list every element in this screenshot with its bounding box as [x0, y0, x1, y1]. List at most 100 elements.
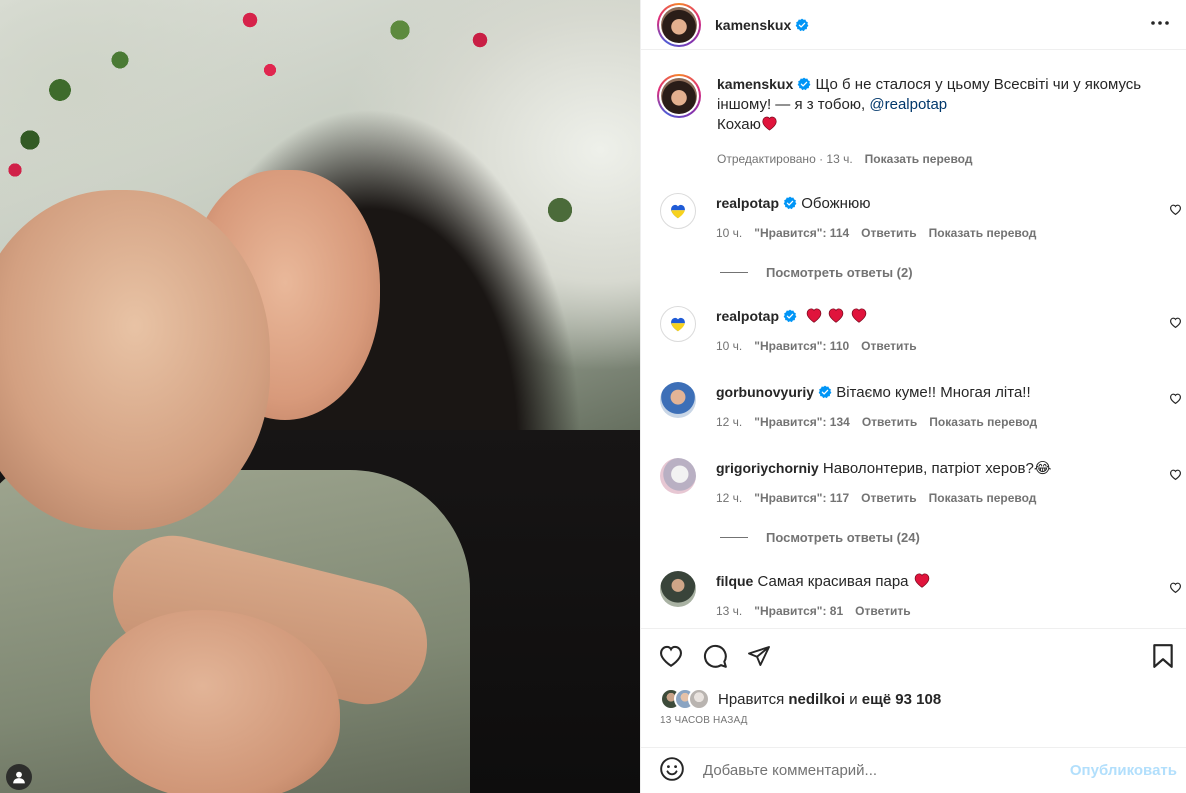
red-heart-emoji-icon: [806, 308, 822, 323]
likers-avatars[interactable]: [660, 688, 710, 710]
comment-button[interactable]: [702, 643, 728, 672]
share-button[interactable]: [746, 644, 772, 671]
comment-reply-button[interactable]: Ответить: [855, 601, 910, 621]
post-time-ago[interactable]: 13 ЧАСОВ НАЗАД: [641, 713, 1186, 737]
photo-head-man: [0, 190, 270, 530]
comment-time: 12 ч.: [716, 491, 743, 505]
view-replies-label: Посмотреть ответы (2): [766, 265, 913, 280]
more-horizontal-icon: [1151, 21, 1169, 25]
tagged-users-button[interactable]: [6, 764, 32, 790]
verified-badge-icon: [797, 77, 811, 91]
replies-line: [720, 537, 748, 538]
likes-prefix: Нравится: [718, 690, 785, 708]
comment-hearts: [805, 308, 867, 325]
post-side-panel: kamenskux kamenskux Що б не сталося у ць…: [640, 0, 1186, 793]
liker-avatar: [688, 688, 710, 710]
comment-text: Наволонтерив, патріот херов?😂: [822, 460, 1052, 477]
comment-item: realpotap 10 ч. "Нравится": 110 Ответить: [657, 306, 1186, 356]
comment-time: 10 ч.: [716, 339, 743, 353]
red-heart-emoji-icon: [914, 573, 929, 588]
heart-outline-icon: [1170, 582, 1181, 594]
comment-likes-count[interactable]: "Нравится": 81: [754, 601, 843, 621]
comment-like-button[interactable]: [1169, 316, 1182, 332]
user-icon: [13, 771, 25, 784]
comment-like-button[interactable]: [1169, 581, 1182, 597]
view-replies-label: Посмотреть ответы (24): [766, 530, 920, 545]
comment-translate-link[interactable]: Показать перевод: [929, 488, 1037, 508]
red-heart-emoji-icon: [851, 308, 866, 323]
comment-like-button[interactable]: [1169, 203, 1182, 219]
comment-item: grigoriychorniy Наволонтерив, патріот хе…: [657, 458, 1186, 508]
comment-likes-count[interactable]: "Нравится": 134: [754, 412, 850, 432]
commenter-avatar[interactable]: [660, 382, 696, 418]
comment-time: 10 ч.: [716, 226, 743, 240]
red-heart-emoji-icon: [829, 308, 844, 323]
commenter-avatar[interactable]: [660, 306, 696, 342]
view-replies-button[interactable]: Посмотреть ответы (2): [720, 265, 1186, 280]
heart-outline-icon: [1170, 393, 1181, 405]
comment-username[interactable]: gorbunovyuriy: [716, 384, 814, 400]
ukraine-heart-icon: [671, 317, 685, 332]
bookmark-icon: [1153, 643, 1173, 668]
post-actions: [641, 629, 1186, 685]
comment-likes-count[interactable]: "Нравится": 117: [754, 488, 849, 508]
view-replies-button[interactable]: Посмотреть ответы (24): [720, 530, 1186, 545]
replies-line: [720, 272, 748, 273]
caption-translate-link[interactable]: Показать перевод: [865, 149, 973, 169]
comment-username[interactable]: realpotap: [716, 195, 779, 211]
red-heart-emoji-icon: [762, 116, 777, 131]
publish-comment-button[interactable]: Опубликовать: [1070, 762, 1177, 779]
comment-item: realpotap Обожнюю 10 ч. "Нравится": 114 …: [657, 193, 1186, 243]
comment-translate-link[interactable]: Показать перевод: [929, 412, 1037, 432]
comments-list[interactable]: kamenskux Що б не сталося у цьому Всесві…: [641, 50, 1186, 628]
comment-username[interactable]: realpotap: [716, 308, 779, 324]
heart-outline-icon: [1170, 317, 1181, 329]
commenter-avatar[interactable]: [660, 193, 696, 229]
add-comment-bar: Опубликовать: [641, 747, 1186, 793]
author-avatar[interactable]: [657, 2, 701, 47]
ukraine-heart-icon: [671, 204, 685, 219]
likes-count[interactable]: ещё 93 108: [862, 691, 941, 708]
commenter-avatar[interactable]: [660, 571, 696, 607]
paper-plane-icon: [748, 645, 770, 666]
save-button[interactable]: [1152, 643, 1174, 672]
comment-bubble-icon: [704, 644, 727, 668]
caption-edited-time: Отредактировано · 13 ч.: [717, 152, 853, 166]
comment-text: Самая красивая пара: [757, 573, 909, 590]
comment-time: 12 ч.: [716, 415, 743, 429]
author-username[interactable]: kamenskux: [715, 17, 791, 33]
comment-text: Вітаємо куме!! Многая літа!!: [836, 384, 1031, 401]
comment-likes-count[interactable]: "Нравится": 114: [754, 223, 849, 243]
comment-like-button[interactable]: [1169, 392, 1182, 408]
comment-item: gorbunovyuriy Вітаємо куме!! Многая літа…: [657, 382, 1186, 432]
verified-badge-icon: [795, 18, 809, 31]
caption-text-line2: Кохаю: [717, 116, 761, 133]
comment-reply-button[interactable]: Ответить: [861, 223, 916, 243]
heart-outline-icon: [1170, 204, 1181, 216]
comment-username[interactable]: grigoriychorniy: [716, 460, 819, 476]
post-caption: kamenskux Що б не сталося у цьому Всесві…: [657, 50, 1186, 169]
comment-input[interactable]: [703, 762, 1070, 779]
likes-first-user[interactable]: nedilkoi: [788, 691, 845, 708]
comment-reply-button[interactable]: Ответить: [861, 336, 916, 356]
like-button[interactable]: [658, 644, 684, 671]
heart-outline-icon: [1170, 469, 1181, 481]
likes-conj: и: [849, 690, 858, 708]
comment-like-button[interactable]: [1169, 468, 1182, 484]
commenter-avatar[interactable]: [660, 458, 696, 494]
caption-author-avatar[interactable]: [657, 74, 701, 118]
comment-text: Обожнюю: [801, 195, 871, 212]
heart-icon: [660, 645, 682, 667]
post-photo[interactable]: [0, 0, 640, 793]
caption-username[interactable]: kamenskux: [717, 76, 793, 92]
comment-translate-link[interactable]: Показать перевод: [929, 223, 1037, 243]
comment-reply-button[interactable]: Ответить: [862, 412, 917, 432]
comment-item: filque Самая красивая пара 13 ч. "Нравит…: [657, 571, 1186, 621]
more-options-button[interactable]: [1148, 11, 1172, 38]
smiley-icon: [660, 757, 684, 781]
emoji-button[interactable]: [659, 756, 685, 785]
comment-reply-button[interactable]: Ответить: [861, 488, 916, 508]
caption-mention-link[interactable]: @realpotap: [869, 96, 947, 113]
comment-likes-count[interactable]: "Нравится": 110: [754, 336, 849, 356]
comment-username[interactable]: filque: [716, 573, 753, 589]
